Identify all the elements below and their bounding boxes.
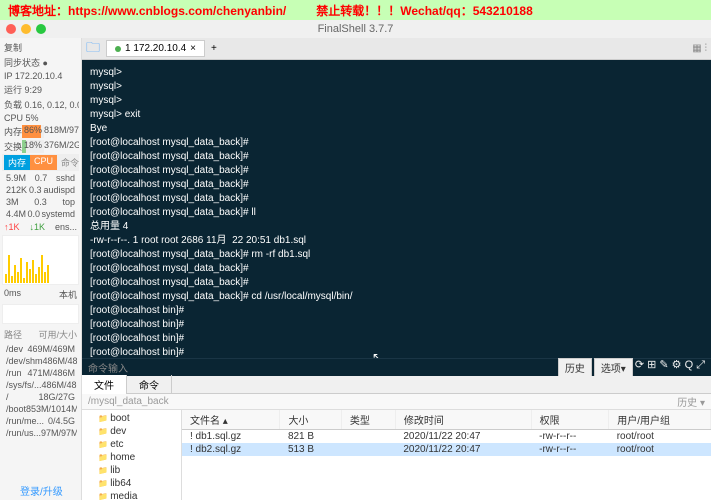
terminal-line: [root@localhost mysql_data_back]# — [90, 136, 703, 150]
options-button[interactable]: 选项▾ — [594, 358, 633, 377]
cmd-placeholder[interactable]: 命令输入 — [88, 360, 128, 375]
terminal-line: [root@localhost bin]# — [90, 332, 703, 346]
folder-icon[interactable]: 🗀 — [86, 37, 100, 61]
net-row: ↑1K ↓1K ens... — [2, 221, 79, 233]
ip-label: IP 172.20.10.4 — [2, 70, 79, 82]
col-perm[interactable]: 权限 — [531, 410, 609, 430]
file-browser: bootdevetchomeliblib64mediamntmysql_data… — [82, 410, 711, 500]
proc-row[interactable]: 4.4M0.0systemd — [4, 208, 77, 220]
terminal-line: [root@localhost mysql_data_back]# — [90, 262, 703, 276]
mem-row: 内存 86% 818M/972M — [2, 124, 79, 139]
file-row[interactable]: ! db1.sql.gz821 B2020/11/22 20:47-rw-r--… — [182, 430, 711, 444]
proc-row[interactable]: 212K0.3audispd — [4, 184, 77, 196]
terminal-line: mysql> exit — [90, 108, 703, 122]
terminal[interactable]: mysql>mysql>mysql>mysql> exitBye[root@lo… — [82, 60, 711, 358]
disk-row[interactable]: /dev469M/469M — [4, 343, 77, 355]
minimize-icon[interactable] — [21, 24, 31, 34]
tree-folder[interactable]: dev — [84, 425, 179, 438]
col-name[interactable]: 文件名 ▴ — [182, 410, 280, 430]
terminal-line: [root@localhost mysql_data_back]# — [90, 276, 703, 290]
maximize-icon[interactable] — [36, 24, 46, 34]
terminal-line: -rw-r--r--. 1 root root 2686 11月 22 20:5… — [90, 234, 703, 248]
col-size[interactable]: 大小 — [280, 410, 341, 430]
col-type[interactable]: 类型 — [341, 410, 395, 430]
proc-row[interactable]: 5.9M0.7sshd — [4, 172, 77, 184]
terminal-line: mysql> — [90, 94, 703, 108]
session-tab[interactable]: 1 172.20.10.4 × — [106, 40, 205, 57]
status-dot-icon — [115, 46, 121, 52]
cpu-label: CPU 5% — [2, 112, 79, 124]
ping-chart — [2, 304, 79, 324]
col-mtime[interactable]: 修改时间 — [395, 410, 531, 430]
disk-row[interactable]: /run471M/486M — [4, 367, 77, 379]
disk-row[interactable]: /boot853M/1014M — [4, 403, 77, 415]
path-history-button[interactable]: 历史 ▾ — [677, 394, 705, 409]
load-label: 负载 0.16, 0.12, 0.07 — [2, 97, 79, 112]
proc-tabs[interactable]: 内存 CPU 命令 — [2, 154, 79, 171]
file-tab[interactable]: 文件 — [82, 375, 127, 394]
file-list[interactable]: 文件名 ▴ 大小 类型 修改时间 权限 用户/用户组 ! db1.sql.gz8… — [182, 410, 711, 500]
tree-folder[interactable]: etc — [84, 438, 179, 451]
terminal-line: [root@localhost bin]# — [90, 346, 703, 358]
terminal-line: [root@localhost bin]# — [90, 304, 703, 318]
terminal-line: [root@localhost mysql_data_back]# ll — [90, 206, 703, 220]
disk-row[interactable]: /dev/shm486M/486M — [4, 355, 77, 367]
tree-folder[interactable]: boot — [84, 412, 179, 425]
terminal-line: [root@localhost mysql_data_back]# — [90, 164, 703, 178]
tree-folder[interactable]: lib64 — [84, 477, 179, 490]
file-panel-tabs: 文件 命令 — [82, 376, 711, 394]
net-chart — [2, 235, 79, 285]
disk-row[interactable]: /sys/fs/...486M/486M — [4, 379, 77, 391]
close-icon[interactable] — [6, 24, 16, 34]
blog-banner: 博客地址：https://www.cnblogs.com/chenyanbin/… — [0, 0, 711, 20]
disk-row[interactable]: /run/me...0/4.5G — [4, 415, 77, 427]
window-titlebar: FinalShell 3.7.7 — [0, 20, 711, 38]
terminal-line: mysql> — [90, 80, 703, 94]
swap-row: 交换 18% 376M/2G — [2, 139, 79, 154]
terminal-line: mysql> — [90, 66, 703, 80]
disk-row[interactable]: /18G/27G — [4, 391, 77, 403]
copy-label[interactable]: 复制 — [2, 40, 79, 55]
current-path[interactable]: /mysql_data_back — [88, 396, 169, 407]
directory-tree[interactable]: bootdevetchomeliblib64mediamntmysql_data… — [82, 410, 182, 500]
cmd-tab-2[interactable]: 命令 — [127, 375, 172, 394]
window-title: FinalShell 3.7.7 — [318, 23, 394, 35]
add-tab-button[interactable]: + — [211, 43, 217, 54]
tree-folder[interactable]: lib — [84, 464, 179, 477]
login-link[interactable]: 登录/升级 — [20, 483, 63, 498]
terminal-line: [root@localhost bin]# — [90, 318, 703, 332]
sync-status: 同步状态 ● — [2, 55, 79, 70]
terminal-line: Bye — [90, 122, 703, 136]
uptime-label: 运行 9:29 — [2, 82, 79, 97]
terminal-line: [root@localhost mysql_data_back]# — [90, 178, 703, 192]
tree-folder[interactable]: media — [84, 490, 179, 500]
close-tab-icon[interactable]: × — [190, 43, 196, 54]
path-bar[interactable]: /mysql_data_back 历史 ▾ — [82, 394, 711, 410]
sidebar: 复制 同步状态 ● IP 172.20.10.4 运行 9:29 负载 0.16… — [0, 38, 82, 500]
mem-tab[interactable]: 内存 — [4, 155, 30, 170]
cpu-tab[interactable]: CPU — [30, 155, 57, 170]
terminal-line: [root@localhost mysql_data_back]# — [90, 150, 703, 164]
tree-folder[interactable]: home — [84, 451, 179, 464]
terminal-line: [root@localhost mysql_data_back]# cd /us… — [90, 290, 703, 304]
terminal-line: 总用量 4 — [90, 220, 703, 234]
traffic-lights[interactable] — [6, 24, 46, 34]
col-owner[interactable]: 用户/用户组 — [609, 410, 711, 430]
history-button[interactable]: 历史 — [558, 358, 592, 377]
grid-icon[interactable]: ▦ ⫶ — [692, 43, 707, 54]
terminal-line: [root@localhost mysql_data_back]# — [90, 192, 703, 206]
command-input-bar[interactable]: 命令输入 历史 选项▾ ⟳ ⊞ ✎ ⚙ Q ⤢ — [82, 358, 711, 376]
toolbar-icons[interactable]: ⟳ ⊞ ✎ ⚙ Q ⤢ — [635, 358, 705, 377]
session-tabbar: 🗀 1 172.20.10.4 × + ▦ ⫶ — [82, 38, 711, 60]
blog-warning: 禁止转载！！！Wechat/qq：543210188 — [316, 2, 533, 19]
proc-row[interactable]: 3M0.3top — [4, 196, 77, 208]
terminal-line: [root@localhost mysql_data_back]# rm -rf… — [90, 248, 703, 262]
file-row[interactable]: ! db2.sql.gz513 B2020/11/22 20:47-rw-r--… — [182, 443, 711, 456]
disk-header: 路径 可用/大小 — [2, 327, 79, 342]
disk-row[interactable]: /run/us...97M/97M — [4, 427, 77, 439]
cmd-tab[interactable]: 命令 — [57, 155, 79, 170]
blog-url: 博客地址：https://www.cnblogs.com/chenyanbin/ — [8, 2, 286, 19]
host-row: 0ms 本机 — [2, 287, 79, 302]
